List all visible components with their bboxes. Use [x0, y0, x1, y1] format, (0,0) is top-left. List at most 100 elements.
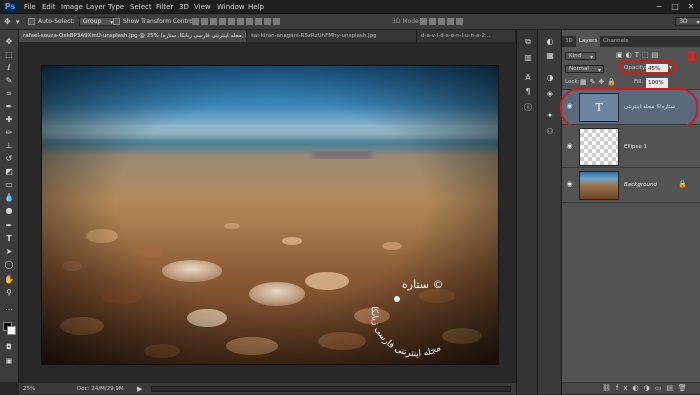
- layer-background[interactable]: ◉ Background 🔒: [562, 168, 700, 203]
- visibility-eye-icon[interactable]: ◉: [565, 180, 574, 189]
- more-tools-icon[interactable]: …: [3, 302, 15, 313]
- watermark-star-text: ستاره ©: [402, 278, 443, 291]
- kind-filter-dropdown[interactable]: Kind: [565, 52, 597, 60]
- zoom-level[interactable]: 25%: [23, 383, 35, 395]
- layers-panel-footer: ⛓fx◐◑▭▤🗑: [562, 382, 700, 394]
- properties-icon[interactable]: ▥: [522, 52, 534, 63]
- menu-view[interactable]: View: [194, 0, 211, 14]
- healing-brush-tool-icon[interactable]: ✚: [3, 114, 15, 125]
- menu-filter[interactable]: Filter: [156, 0, 173, 14]
- ellipse-tool-icon[interactable]: ◯: [3, 259, 15, 270]
- lasso-tool-icon[interactable]: ℓ: [3, 62, 15, 73]
- layer-highlight: [560, 88, 698, 128]
- clone-source-icon[interactable]: ⚇: [544, 126, 556, 137]
- menu-image[interactable]: Image: [61, 0, 83, 14]
- styles-icon[interactable]: ◈: [544, 88, 556, 99]
- fill-label: Fill:: [634, 79, 644, 85]
- auto-select-dropdown[interactable]: Group: [79, 17, 117, 26]
- layer-action-icons[interactable]: ⛓fx◐◑▭▤🗑: [602, 384, 692, 392]
- eraser-tool-icon[interactable]: ◩: [3, 166, 15, 177]
- swatches-panel-icon[interactable]: ▦: [544, 50, 556, 61]
- brush-tool-icon[interactable]: ✏: [3, 127, 15, 138]
- lock-icon: 🔒: [678, 180, 687, 188]
- lock-icons[interactable]: ▦✎✥🔒: [580, 78, 619, 86]
- zoom-tool-icon[interactable]: ⚲: [3, 287, 15, 298]
- move-tool-icon[interactable]: ✥: [4, 17, 11, 27]
- adjustments-icon[interactable]: ◑: [544, 72, 556, 83]
- collapsed-panels: ◐ ▦ ◑ ◈ ✦ ⚇: [538, 30, 562, 394]
- character-icon[interactable]: A: [522, 72, 534, 83]
- panel-tabs: 3D Layers Channels: [562, 36, 700, 47]
- tab-channels[interactable]: Channels: [600, 36, 631, 47]
- doc-size: Doc: 24/M/29.9M: [77, 386, 124, 392]
- gradient-tool-icon[interactable]: ▭: [3, 179, 15, 190]
- brush-presets-icon[interactable]: ✦: [544, 110, 556, 121]
- paragraph-icon[interactable]: ¶: [522, 86, 534, 97]
- show-transform-label: Show Transform Controls: [123, 18, 198, 25]
- quick-mask-icon[interactable]: ◘: [3, 342, 15, 353]
- 3d-mode-label: 3D Mode:: [392, 18, 421, 25]
- color-panel-icon[interactable]: ◐: [544, 36, 556, 47]
- menu-edit[interactable]: Edit: [42, 0, 56, 14]
- background-color-swatch[interactable]: [7, 326, 16, 335]
- tab-layers[interactable]: Layers: [576, 36, 601, 47]
- watermark: [394, 296, 400, 302]
- workspace-dropdown[interactable]: 3D: [675, 17, 700, 26]
- filter-toggle[interactable]: [688, 51, 695, 61]
- marquee-tool-icon[interactable]: ⬚: [3, 49, 15, 60]
- auto-select-checkbox[interactable]: Auto-Select:: [28, 17, 75, 27]
- tool-preset-chevron-icon[interactable]: ▾: [16, 17, 20, 27]
- dodge-tool-icon[interactable]: ●: [3, 205, 15, 216]
- menu-type[interactable]: Type: [108, 0, 124, 14]
- history-icon[interactable]: ⧉: [522, 36, 534, 47]
- photo-svg: ستاره © مجله اینترنتی فارسی زبانکا: [42, 66, 498, 364]
- options-bar: ✥ ▾ Auto-Select: Group Show Transform Co…: [0, 14, 700, 30]
- path-select-tool-icon[interactable]: ➤: [3, 246, 15, 257]
- menu-layer[interactable]: Layer: [86, 0, 106, 14]
- maximize-icon[interactable]: □: [670, 2, 680, 12]
- tab-3d[interactable]: 3D: [562, 36, 576, 47]
- fill-input[interactable]: 100%: [646, 78, 668, 88]
- menu-bar: Ps File Edit Image Layer Type Select Fil…: [0, 0, 700, 14]
- show-transform-checkbox[interactable]: Show Transform Controls: [113, 17, 198, 27]
- canvas-area[interactable]: ستاره © مجله اینترنتی فارسی زبانکا: [19, 43, 516, 382]
- layer-name[interactable]: Background: [624, 168, 657, 203]
- close-icon[interactable]: ✕: [686, 2, 696, 12]
- screen-mode-icon[interactable]: ▣: [3, 356, 15, 367]
- menu-window[interactable]: Window: [217, 0, 245, 14]
- horizontal-scrollbar[interactable]: [151, 386, 511, 392]
- lock-label: Lock:: [565, 79, 580, 85]
- menu-select[interactable]: Select: [130, 0, 152, 14]
- move-tool-icon[interactable]: ✥: [3, 36, 15, 47]
- tab-document-2[interactable]: sai-kiran-anagani-R5zRzUhFMhy-unsplash.j…: [247, 30, 417, 42]
- filter-icons[interactable]: ▣◐T⬚▤: [616, 51, 661, 59]
- panel-dock: ⧉ ▥ A ¶ ⓘ: [516, 30, 538, 394]
- layer-name[interactable]: Ellipse 1: [624, 126, 647, 168]
- tab-document-active[interactable]: rafael-souza-QxkBP3A9XmU-unsplash.jpg @ …: [19, 30, 247, 42]
- pen-tool-icon[interactable]: ✒: [3, 220, 15, 231]
- minimize-icon[interactable]: −: [654, 2, 664, 12]
- auto-select-label: Auto-Select:: [38, 18, 75, 25]
- tab-document-3[interactable]: d-a-v-i-d-s-o-n-l-u-n-a-2...: [417, 30, 516, 42]
- status-arrow-icon[interactable]: ▶: [137, 383, 142, 395]
- quick-select-tool-icon[interactable]: ✎: [3, 75, 15, 86]
- visibility-eye-icon[interactable]: ◉: [565, 142, 574, 151]
- blend-mode-dropdown[interactable]: Normal: [565, 65, 604, 73]
- layer-ellipse[interactable]: ◉ Ellipse 1: [562, 126, 700, 168]
- info-icon[interactable]: ⓘ: [522, 102, 534, 113]
- hand-tool-icon[interactable]: ✋: [3, 274, 15, 285]
- crop-tool-icon[interactable]: ⌗: [3, 88, 15, 99]
- blur-tool-icon[interactable]: 💧: [3, 192, 15, 203]
- menu-file[interactable]: File: [24, 0, 36, 14]
- align-icons[interactable]: [192, 17, 282, 27]
- eyedropper-tool-icon[interactable]: ✒: [3, 101, 15, 112]
- 3d-mode-icons[interactable]: [420, 17, 465, 27]
- photoshop-logo: Ps: [3, 1, 17, 13]
- history-brush-tool-icon[interactable]: ↺: [3, 153, 15, 164]
- menu-help[interactable]: Help: [248, 0, 264, 14]
- layers-panel: 3D Layers Channels Kind ▣◐T⬚▤ Normal Opa…: [560, 30, 700, 394]
- clone-stamp-tool-icon[interactable]: ⊥: [3, 140, 15, 151]
- beach-photo[interactable]: ستاره © مجله اینترنتی فارسی زبانکا: [41, 65, 499, 365]
- menu-3d[interactable]: 3D: [179, 0, 189, 14]
- type-tool-icon[interactable]: T: [3, 233, 15, 244]
